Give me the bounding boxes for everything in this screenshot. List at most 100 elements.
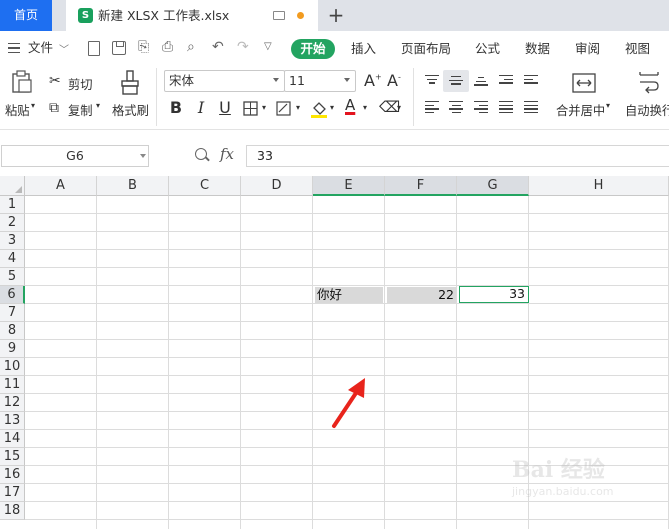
merge-center-button[interactable]: 合并居中	[556, 101, 605, 119]
decrease-font-icon[interactable]: A-	[387, 71, 401, 90]
column-header-f[interactable]: F	[385, 176, 457, 196]
align-left-icon[interactable]	[425, 101, 439, 114]
font-color-dropdown-icon[interactable]: ▾	[363, 103, 367, 112]
justify-icon[interactable]	[499, 101, 513, 114]
format-painter-button[interactable]: 格式刷	[112, 101, 149, 119]
cell-style-dropdown-icon[interactable]: ▾	[296, 103, 300, 112]
paste-icon[interactable]	[11, 70, 33, 94]
column-header-g[interactable]: G	[457, 176, 529, 196]
tab-start[interactable]: 开始	[291, 39, 335, 59]
tab-home[interactable]: 首页	[0, 0, 52, 31]
zoom-icon[interactable]	[195, 148, 207, 160]
borders-dropdown-icon[interactable]: ▾	[262, 103, 266, 112]
align-center-icon[interactable]	[449, 101, 463, 114]
print-icon[interactable]: ⎙	[162, 37, 173, 57]
column-header-e[interactable]: E	[313, 176, 385, 196]
tab-view[interactable]: 视图	[625, 31, 650, 67]
row-header-10[interactable]: 10	[0, 358, 25, 376]
wrap-text-button[interactable]: 自动换行	[625, 101, 669, 119]
align-top-icon[interactable]	[425, 75, 439, 87]
column-header-b[interactable]: B	[97, 176, 169, 196]
export-icon[interactable]: ⎘	[138, 37, 149, 57]
row-header-14[interactable]: 14	[0, 430, 25, 448]
wrap-text-icon[interactable]	[637, 72, 661, 94]
font-size-select[interactable]: 11	[284, 70, 356, 92]
align-middle-icon[interactable]	[449, 76, 463, 88]
copy-button[interactable]: 复制	[68, 101, 93, 119]
row-header-9[interactable]: 9	[0, 340, 25, 358]
font-family-select[interactable]: 宋体	[164, 70, 285, 92]
tab-insert[interactable]: 插入	[351, 31, 376, 67]
decrease-indent-icon[interactable]	[499, 75, 513, 87]
select-all-corner[interactable]	[0, 176, 25, 196]
tab-formulas[interactable]: 公式	[475, 31, 500, 67]
scissors-icon[interactable]: ✂	[49, 73, 61, 89]
new-document-icon[interactable]	[88, 41, 100, 56]
underline-button[interactable]: U	[216, 97, 234, 119]
format-painter-icon[interactable]	[119, 70, 141, 96]
increase-font-icon[interactable]: A+	[364, 71, 382, 90]
name-box-caret-icon[interactable]	[140, 154, 146, 158]
hamburger-icon[interactable]	[8, 43, 20, 53]
redo-icon[interactable]: ↷	[237, 37, 249, 57]
copy-icon[interactable]: ⧉	[49, 100, 59, 116]
row-header-11[interactable]: 11	[0, 376, 25, 394]
row-header-18[interactable]: 18	[0, 502, 25, 520]
align-bottom-icon[interactable]	[474, 77, 488, 89]
column-header-d[interactable]: D	[241, 176, 313, 196]
fill-color-icon[interactable]	[310, 99, 328, 119]
copy-dropdown-icon[interactable]: ▾	[96, 101, 100, 110]
formula-input[interactable]: 33	[246, 145, 669, 167]
row-header-12[interactable]: 12	[0, 394, 25, 412]
paste-dropdown-icon[interactable]: ▾	[31, 101, 35, 110]
borders-icon[interactable]	[243, 101, 259, 117]
tab-data[interactable]: 数据	[525, 31, 550, 67]
row-header-8[interactable]: 8	[0, 322, 25, 340]
column-header-h[interactable]: H	[529, 176, 669, 196]
row-header-16[interactable]: 16	[0, 466, 25, 484]
column-header-c[interactable]: C	[169, 176, 241, 196]
font-color-icon[interactable]: A	[345, 96, 355, 114]
fx-icon[interactable]: fx	[220, 145, 234, 163]
align-right-icon[interactable]	[474, 101, 488, 114]
tab-review[interactable]: 审阅	[575, 31, 600, 67]
print-preview-icon[interactable]: ⌕	[187, 37, 195, 57]
merge-dropdown-icon[interactable]: ▾	[606, 101, 610, 110]
distributed-align-icon[interactable]	[524, 101, 538, 114]
row-header-4[interactable]: 4	[0, 250, 25, 268]
row-header-2[interactable]: 2	[0, 214, 25, 232]
row-header-6[interactable]: 6	[0, 286, 25, 304]
monitor-icon[interactable]	[273, 11, 285, 20]
tab-page-layout[interactable]: 页面布局	[401, 31, 451, 67]
customize-dropdown-icon[interactable]: ▽	[264, 37, 272, 57]
cell-g6[interactable]: 33	[459, 286, 529, 303]
cell-f6[interactable]: 22	[387, 287, 456, 303]
cell-style-icon[interactable]	[276, 101, 292, 117]
row-header-5[interactable]: 5	[0, 268, 25, 286]
fill-color-dropdown-icon[interactable]: ▾	[330, 103, 334, 112]
new-tab-button[interactable]: +	[326, 4, 346, 26]
save-icon[interactable]	[112, 41, 126, 55]
italic-button[interactable]: I	[192, 97, 210, 119]
chevron-down-icon[interactable]: ﹀	[59, 41, 69, 56]
undo-icon[interactable]: ↶	[212, 37, 224, 57]
menu-file[interactable]: 文件	[28, 31, 53, 64]
bold-button[interactable]: B	[167, 97, 185, 119]
increase-indent-icon[interactable]	[524, 75, 538, 87]
merge-center-icon[interactable]	[572, 72, 596, 94]
row-header-1[interactable]: 1	[0, 196, 25, 214]
clear-format-dropdown-icon[interactable]: ▾	[397, 103, 401, 112]
row-header-17[interactable]: 17	[0, 484, 25, 502]
menu-bar: 文件 ﹀ ⎘ ⎙ ⌕ ↶ ↷ ▽ 开始 插入 页面布局 公式 数据 审阅 视图	[0, 31, 669, 64]
row-header-15[interactable]: 15	[0, 448, 25, 466]
cut-button[interactable]: 剪切	[68, 75, 93, 93]
paste-label[interactable]: 粘贴	[5, 101, 30, 119]
grid-row-line	[25, 519, 669, 520]
row-header-13[interactable]: 13	[0, 412, 25, 430]
row-header-7[interactable]: 7	[0, 304, 25, 322]
cell-e6[interactable]: 你好	[315, 287, 383, 303]
name-box[interactable]: G6	[1, 145, 149, 167]
row-header-3[interactable]: 3	[0, 232, 25, 250]
tab-file[interactable]: S 新建 XLSX 工作表.xlsx	[66, 0, 318, 31]
column-header-a[interactable]: A	[25, 176, 97, 196]
